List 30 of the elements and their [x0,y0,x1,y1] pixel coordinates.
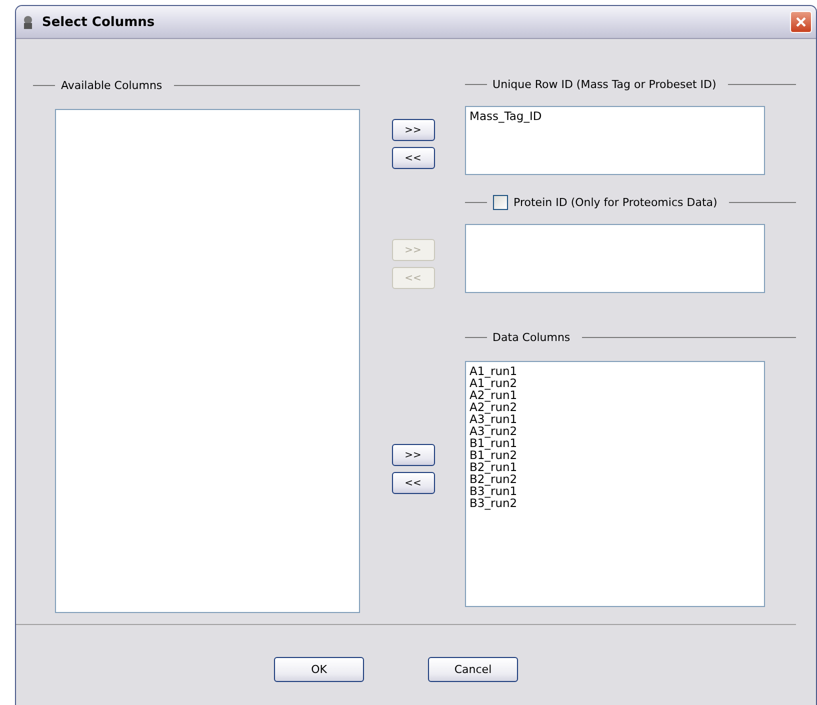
transfer-button[interactable]: << [392,472,435,494]
section-heading: Data Columns [492,330,570,344]
transfer-button[interactable]: >> [392,444,435,466]
section-heading: Available Columns [61,78,162,92]
list-item[interactable]: B3_run1 [470,485,760,497]
list-item[interactable]: A2_run2 [470,401,760,413]
section-heading: Unique Row ID (Mass Tag or Probeset ID) [492,78,716,90]
unique-row-id-list[interactable]: Mass_Tag_ID [464,106,765,175]
close-icon [795,16,807,28]
window-title: Select Columns [42,14,156,30]
protein-id-list[interactable] [464,224,765,293]
dialog-button[interactable]: Cancel [428,657,518,682]
list-item[interactable]: A3_run2 [470,425,760,437]
list-item[interactable]: B2_run1 [470,461,760,473]
data-columns-list[interactable]: A1_run1 A1_run2 A2_run1 A2_run2 A3_run1 A3_run2 B1_run1 B1_run2 B2_run1 B2_run2 B3_run1 B3_run2 [464,361,765,607]
list-item[interactable]: B1_run2 [470,449,760,461]
transfer-button[interactable]: << [392,147,435,169]
list-item[interactable]: B2_run2 [470,473,760,485]
list-item[interactable]: A2_run1 [470,389,760,401]
protein-id-checkbox[interactable] [492,194,508,210]
list-item[interactable]: A1_run1 [470,365,760,377]
list-item[interactable]: A1_run2 [470,377,760,389]
list-item[interactable]: A3_run1 [470,413,760,425]
transfer-button[interactable]: >> [392,119,435,141]
list-item[interactable]: B1_run1 [470,437,760,449]
list-item[interactable]: B3_run2 [470,497,760,509]
list-item[interactable]: Mass_Tag_ID [470,110,760,122]
dialog-button[interactable]: OK [274,657,364,682]
checkbox-label: Protein ID (Only for Proteomics Data) [514,196,718,208]
close-button[interactable] [790,11,812,33]
